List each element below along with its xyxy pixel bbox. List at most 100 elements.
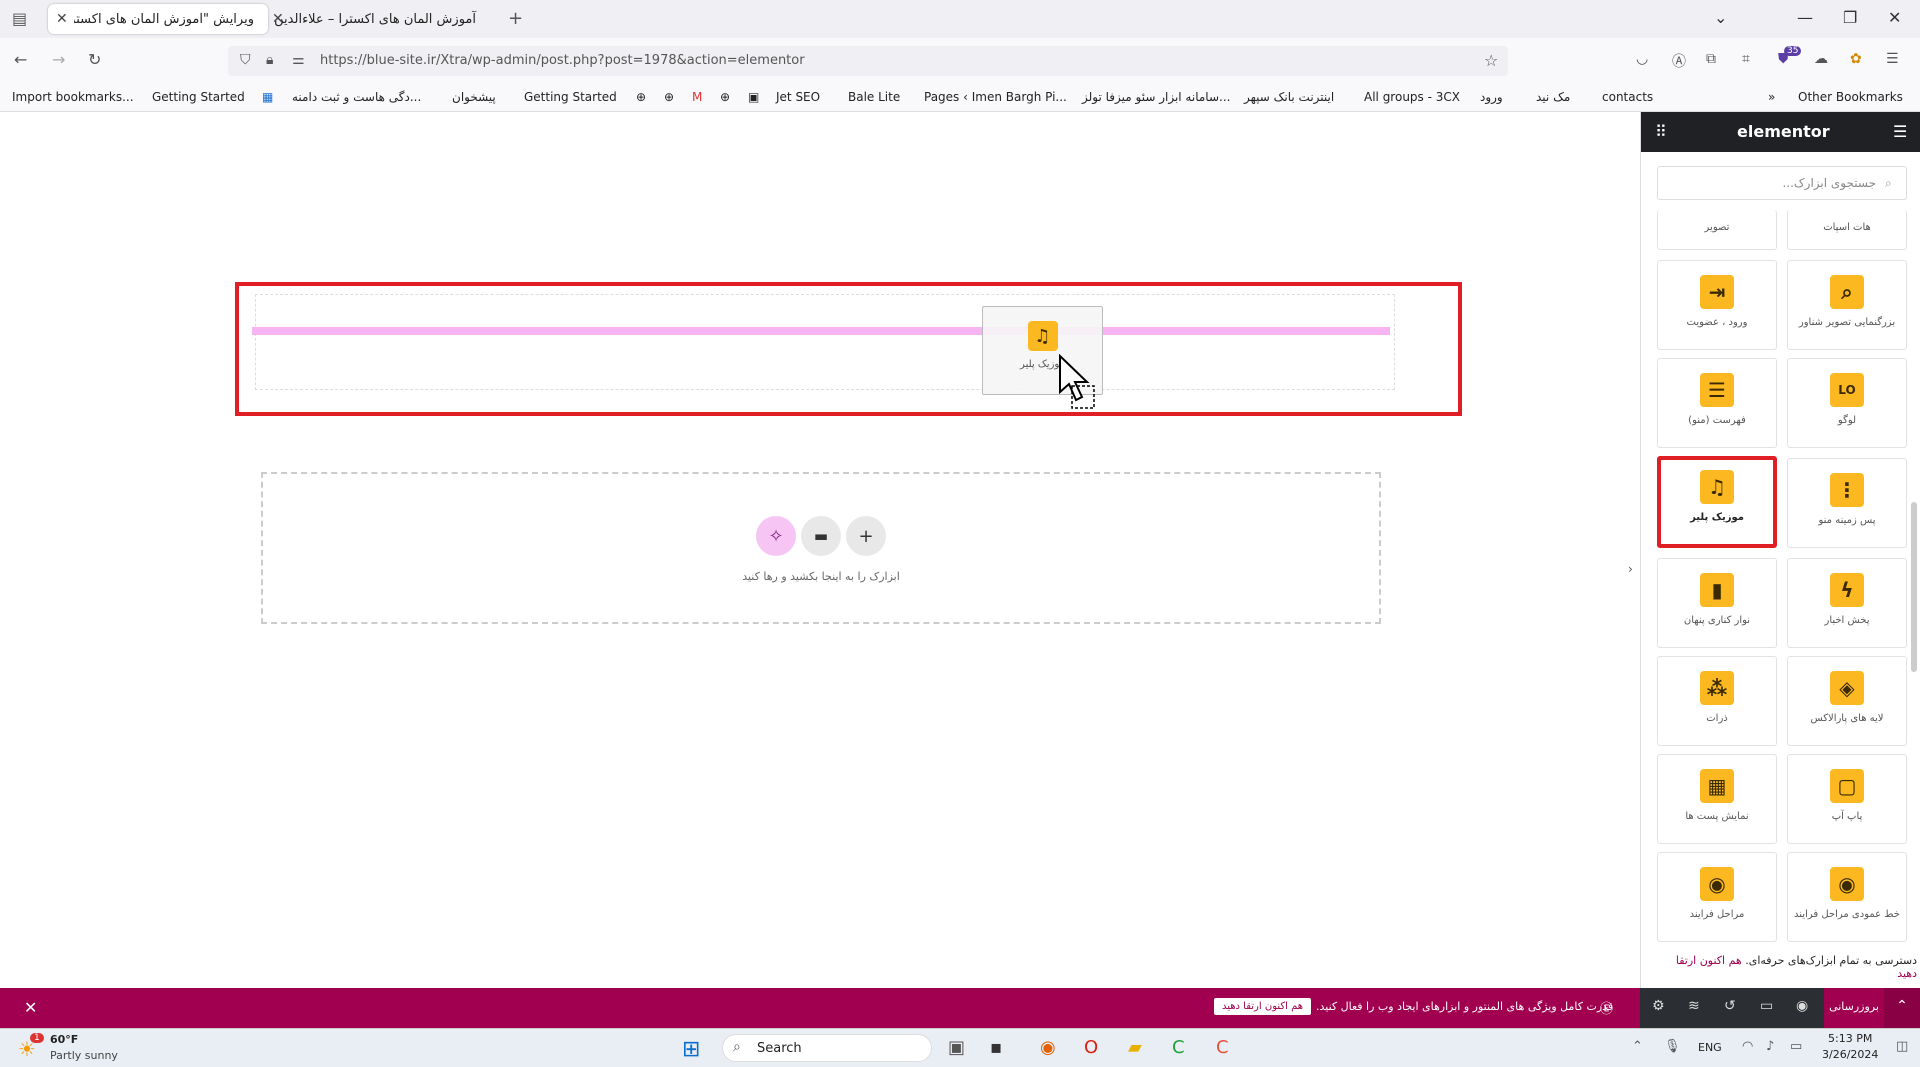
language-indicator[interactable]: ENG	[1698, 1041, 1722, 1054]
camtasia-recorder-icon[interactable]: C	[1216, 1037, 1229, 1058]
clock-date[interactable]: 3/26/2024	[1822, 1048, 1878, 1061]
tray-chevron-icon[interactable]: ⌃	[1632, 1039, 1643, 1054]
new-tab-icon[interactable]: +	[508, 8, 523, 29]
permissions-icon[interactable]: ⚌	[292, 52, 305, 68]
widget-hotspot[interactable]: هات اسپات	[1787, 210, 1907, 250]
shield-icon[interactable]: ⛉	[240, 52, 251, 68]
window-close-icon[interactable]: ✕	[1888, 8, 1901, 27]
layers-stack-icon[interactable]: ≋	[1688, 998, 1700, 1014]
url-text[interactable]: https://blue-site.ir/Xtra/wp-admin/post.…	[320, 53, 805, 68]
terminal-icon[interactable]: ▪	[990, 1037, 1002, 1058]
globe-icon[interactable]: ⊕	[664, 90, 674, 104]
widget-process-steps[interactable]: ◉ مراحل فرایند	[1657, 852, 1777, 942]
bookmark-star-icon[interactable]: ☆	[1484, 51, 1498, 70]
file-explorer-icon[interactable]: ▰	[1128, 1037, 1142, 1058]
update-options-button[interactable]: ⌃	[1884, 988, 1920, 1028]
tab-list-icon[interactable]: ▤	[12, 9, 27, 28]
tab-site[interactable]: آموزش المان های اکسترا – علاءالدین ✕	[272, 4, 486, 34]
taskview-icon[interactable]: ▣	[948, 1037, 965, 1058]
back-icon[interactable]: ←	[14, 50, 27, 69]
cloud-icon[interactable]: ☁	[1814, 51, 1828, 67]
microphone-icon[interactable]: 🎙︎	[1664, 1039, 1681, 1054]
close-icon[interactable]: ✕	[272, 11, 284, 27]
empty-section[interactable]: ✧ ▬ + ابزارک را به اینجا بکشید و رها کنی…	[261, 472, 1381, 624]
history-icon[interactable]: ↺	[1724, 998, 1736, 1014]
bookmark-getting-started-2[interactable]: Getting Started	[524, 90, 617, 104]
settings-gear-icon[interactable]: ⚙	[1652, 998, 1665, 1014]
bookmark-contacts[interactable]: contacts	[1602, 90, 1653, 104]
framer-icon[interactable]: ▣	[748, 90, 759, 104]
tab-editor[interactable]: ویرایش "آموزش المان های اکسترا - ع ✕	[48, 4, 268, 34]
bookmark-import[interactable]: Import bookmarks...	[12, 90, 134, 104]
bookmark-3cx[interactable]: All groups - 3CX	[1364, 90, 1460, 104]
preview-eye-icon[interactable]: ◉	[1796, 998, 1808, 1014]
lock-icon[interactable]: 🔒︎	[266, 52, 273, 68]
account-icon[interactable]: Ⓐ	[1672, 51, 1686, 71]
widget-login[interactable]: ⇥ ورود ، عضویت	[1657, 260, 1777, 350]
bookmark-mizfa[interactable]: ...سامانه ابزار سئو میزفا تولز	[1082, 90, 1230, 104]
widget-hidden-sidebar[interactable]: ▮ نوار کناری پنهان	[1657, 558, 1777, 648]
browser-menu-icon[interactable]: ☰	[1886, 51, 1899, 67]
camtasia-icon[interactable]: C	[1172, 1037, 1185, 1058]
template-folder-button[interactable]: ▬	[801, 516, 841, 556]
pocket-icon[interactable]: ◡	[1636, 51, 1648, 67]
volume-icon[interactable]: ♪	[1766, 1039, 1774, 1054]
chevron-right-icon[interactable]: »	[1768, 90, 1775, 104]
firefox-icon[interactable]: ◉	[1040, 1037, 1056, 1058]
widget-posts-grid[interactable]: ▦ نمایش پست ها	[1657, 754, 1777, 844]
opera-icon[interactable]: O	[1084, 1037, 1098, 1058]
bookmark-other[interactable]: Other Bookmarks	[1798, 90, 1903, 104]
battery-icon[interactable]: ▭	[1790, 1039, 1802, 1054]
minimize-icon[interactable]: —	[1797, 8, 1813, 27]
widget-news-ticker[interactable]: ϟ پخش اخبار	[1787, 558, 1907, 648]
puzzle-icon[interactable]: ✿	[1850, 51, 1862, 67]
restore-icon[interactable]: ❐	[1843, 8, 1857, 27]
collapse-panel-icon[interactable]: ›	[1628, 562, 1633, 576]
widget-popup[interactable]: ▢ پاپ آپ	[1787, 754, 1907, 844]
add-section-button[interactable]: +	[846, 516, 886, 556]
wifi-icon[interactable]: ◠	[1742, 1039, 1753, 1054]
upgrade-button[interactable]: هم اکنون ارتقا دهید	[1214, 998, 1312, 1015]
close-icon[interactable]: ✕	[56, 11, 68, 27]
widget-music-player[interactable]: ♫ موزیک پلیر	[1657, 456, 1777, 548]
windows-start-icon[interactable]: ⊞	[682, 1037, 700, 1062]
extensions-icon[interactable]: ⧉	[1706, 51, 1716, 67]
chevron-down-icon[interactable]: ⌄	[1714, 8, 1727, 27]
grid-icon[interactable]: ⠿	[1655, 122, 1667, 141]
reload-icon[interactable]: ↻	[88, 50, 101, 69]
widget-parallax-layers[interactable]: ◈ لایه های پارالاکس	[1787, 656, 1907, 746]
gmail-icon[interactable]: M	[692, 90, 702, 104]
forward-icon[interactable]: →	[52, 50, 65, 69]
bookmark-login[interactable]: ورود	[1480, 90, 1503, 104]
ai-sparkle-button[interactable]: ✧	[756, 516, 796, 556]
widget-vertical-timeline[interactable]: ◉ خط عمودی مراحل فرایند	[1787, 852, 1907, 942]
globe-icon[interactable]: ⊕	[720, 90, 730, 104]
url-bar[interactable]: ⛉ 🔒︎ ⚌ https://blue-site.ir/Xtra/wp-admi…	[228, 46, 1508, 76]
bookmark-hosting[interactable]: ...دگی هاست و ثبت دامنه	[292, 90, 421, 104]
widget-image[interactable]: تصویر	[1657, 210, 1777, 250]
responsive-icon[interactable]: ▭	[1760, 998, 1773, 1014]
update-button[interactable]: بروزرسانی	[1824, 988, 1884, 1028]
sidebar-scrollbar[interactable]	[1911, 502, 1917, 672]
widget-menu-background[interactable]: ⋮ پس زمینه منو	[1787, 458, 1907, 548]
hamburger-icon[interactable]: ☰	[1893, 122, 1907, 141]
widget-zoom-image[interactable]: ⌕ بزرگنمایی تصویر شناور	[1787, 260, 1907, 350]
widget-particles[interactable]: ⁂ ذرات	[1657, 656, 1777, 746]
widget-menu[interactable]: ☰ فهرست (منو)	[1657, 358, 1777, 448]
bookmark-getting-started[interactable]: Getting Started	[152, 90, 245, 104]
bookmark-pages[interactable]: Pages ‹ Imen Bargh Pi...	[924, 90, 1067, 104]
bookmark-jet-seo[interactable]: Jet SEO	[776, 90, 820, 104]
globe-icon[interactable]: ⊕	[636, 90, 646, 104]
bookmark-mak-nid[interactable]: مک نید	[1536, 90, 1570, 104]
widget-logo[interactable]: LO لوگو	[1787, 358, 1907, 448]
widget-search-input[interactable]: جستجوی ابزارک...	[1657, 166, 1907, 200]
crop-icon[interactable]: ⌗	[1742, 51, 1750, 67]
notification-icon[interactable]: ◫	[1896, 1039, 1908, 1054]
bookmark-dashboard[interactable]: پیشخوان	[452, 90, 496, 104]
bookmark-bank-sepah[interactable]: اینترنت بانک سپهر	[1244, 90, 1334, 104]
close-icon[interactable]: ✕	[24, 998, 37, 1017]
clock-time[interactable]: 5:13 PM	[1828, 1032, 1872, 1045]
bookmark-bale-lite[interactable]: Bale Lite	[848, 90, 900, 104]
drop-target-section[interactable]	[235, 282, 1462, 416]
taskbar-search[interactable]: ⌕ Search	[722, 1034, 932, 1062]
